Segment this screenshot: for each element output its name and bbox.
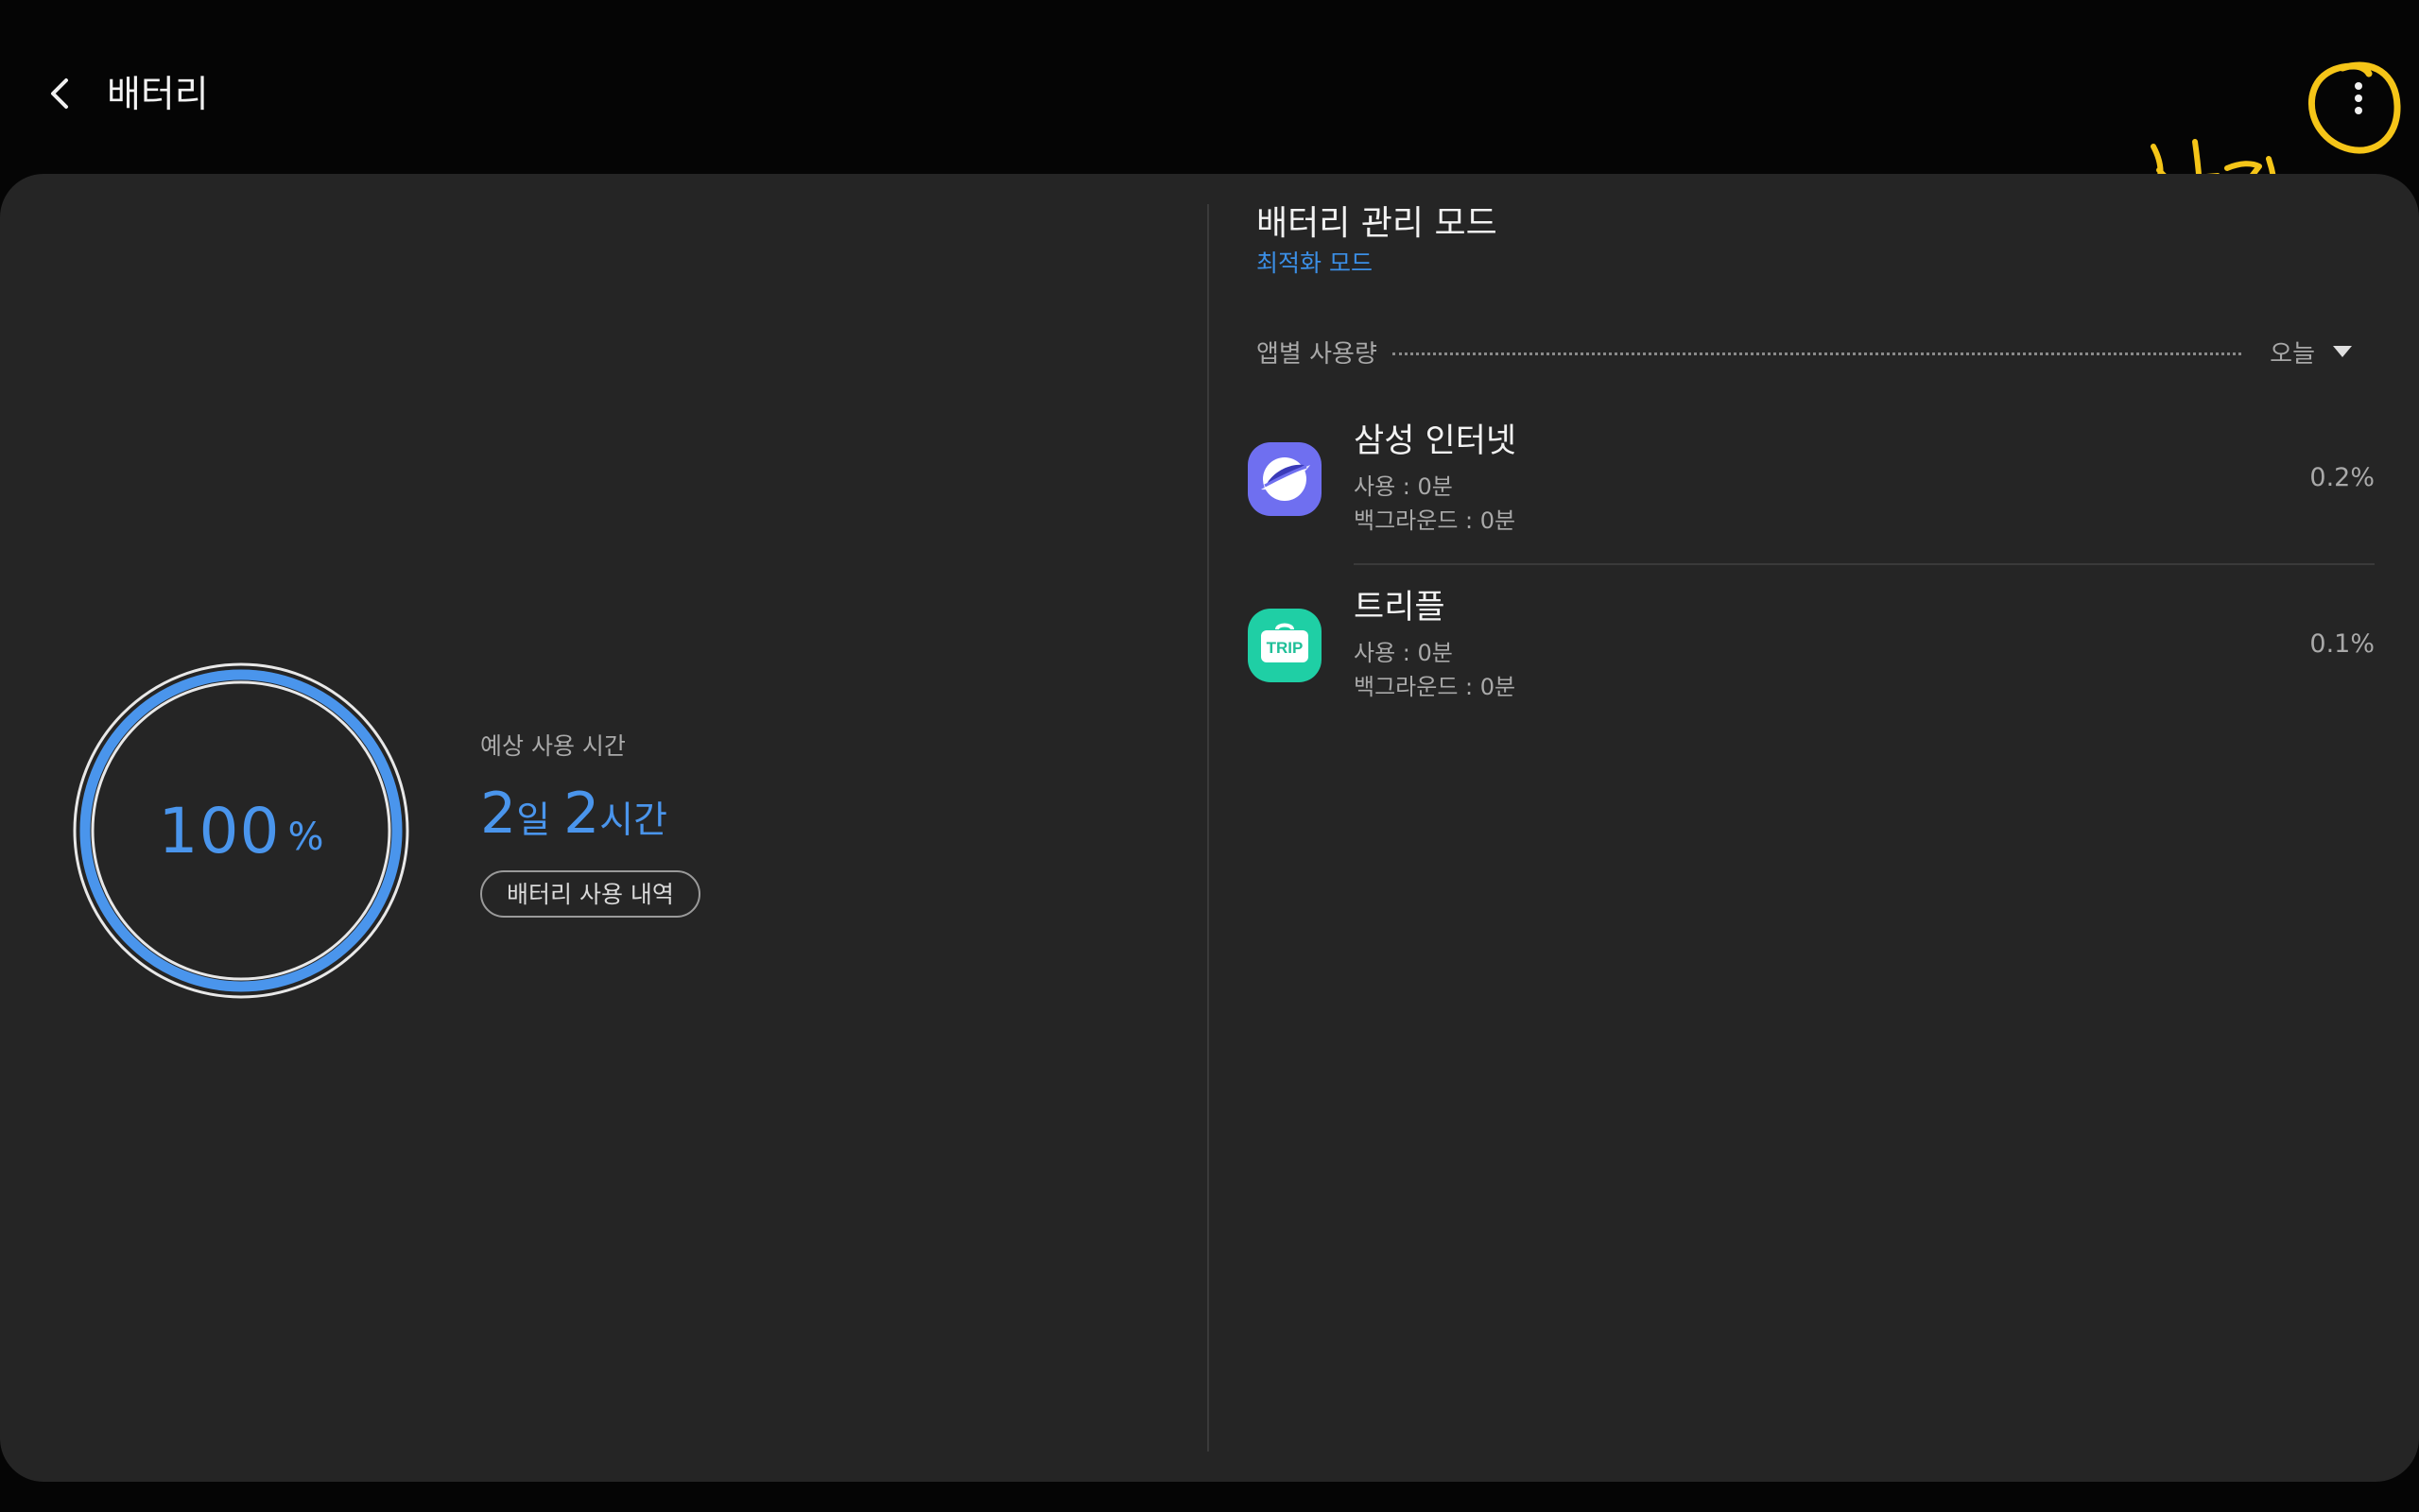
app-usage-label: 앱별 사용량 <box>1256 339 1377 369</box>
list-item[interactable]: 삼성 인터넷 사용 : 0분 백그라운드 : 0분 0.2% <box>1246 397 2375 563</box>
period-dropdown[interactable]: 오늘 <box>2270 335 2353 369</box>
chevron-left-icon <box>51 78 68 109</box>
app-name: 트리플 <box>1354 589 1445 627</box>
period-value: 오늘 <box>2270 339 2315 369</box>
app-background-time: 백그라운드 : 0분 <box>1354 674 1516 700</box>
list-item[interactable]: TRIP 트리플 사용 : 0분 백그라운드 : 0분 0.1% <box>1246 563 2375 730</box>
power-mode-value[interactable]: 최적화 모드 <box>1256 248 1373 280</box>
more-vertical-icon <box>2355 82 2362 114</box>
battery-level-value: 100 <box>158 794 281 868</box>
estimate-days-unit: 일 <box>516 799 551 842</box>
power-mode-title[interactable]: 배터리 관리 모드 <box>1256 202 1497 246</box>
trip-icon-text: TRIP <box>1267 639 1304 657</box>
battery-level-unit: % <box>287 816 324 859</box>
dotted-leader <box>1391 352 2242 355</box>
content-card: 100 % 예상 사용 시간 2일 2시간 배터리 사용 내역 배터리 관리 모드… <box>0 174 2419 1482</box>
estimated-time-label: 예상 사용 시간 <box>480 732 626 760</box>
battery-screen: 배터리 100 % 예상 사용 시간 2일 2시간 배터리 사용 내역 배터리 … <box>0 0 2419 1512</box>
app-bar: 배터리 <box>0 0 2419 234</box>
app-usage-time: 사용 : 0분 <box>1354 640 1453 666</box>
app-name: 삼성 인터넷 <box>1354 422 1517 460</box>
app-usage-time: 사용 : 0분 <box>1354 473 1453 500</box>
page-title: 배터리 <box>107 74 209 116</box>
app-usage-header: 앱별 사용량 오늘 <box>1256 333 2353 370</box>
estimate-hours-unit: 시간 <box>599 799 668 842</box>
estimate-hours: 2 <box>563 781 600 847</box>
estimate-days: 2 <box>480 781 517 847</box>
caret-down-icon <box>2333 346 2352 357</box>
app-usage-percent: 0.1% <box>2309 629 2375 659</box>
more-options-button[interactable] <box>2335 70 2382 127</box>
back-button[interactable] <box>34 68 85 119</box>
battery-usage-history-button[interactable]: 배터리 사용 내역 <box>480 870 700 918</box>
triple-trip-icon: TRIP <box>1248 609 1322 682</box>
battery-level-text: 100 % <box>68 658 414 1004</box>
app-background-time: 백그라운드 : 0분 <box>1354 507 1516 534</box>
app-usage-percent: 0.2% <box>2309 463 2375 492</box>
panel-divider <box>1207 204 1209 1452</box>
estimated-time-value: 2일 2시간 <box>480 781 667 847</box>
battery-level-gauge: 100 % <box>68 658 414 1004</box>
samsung-internet-icon <box>1248 442 1322 516</box>
